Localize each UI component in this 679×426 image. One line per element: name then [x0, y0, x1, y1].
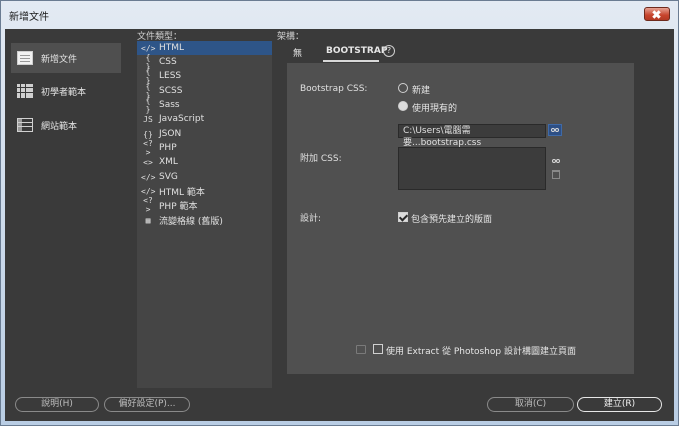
- radio-use-existing-label[interactable]: 使用現有的: [412, 101, 457, 114]
- radio-new-label[interactable]: 新建: [412, 83, 430, 96]
- code-icon: </>: [141, 186, 156, 196]
- file-type-javascript[interactable]: JS JavaScript: [137, 112, 272, 126]
- file-type-json[interactable]: {} JSON: [137, 127, 272, 141]
- extract-label[interactable]: 使用 Extract 從 Photoshop 設計構圖建立頁面: [386, 344, 576, 357]
- file-type-html-template[interactable]: </> HTML 範本: [137, 184, 272, 198]
- category-site-templates[interactable]: 網站範本: [11, 110, 121, 140]
- preferences-button[interactable]: 偏好設定(P)...: [104, 397, 190, 412]
- code-icon: </>: [141, 172, 156, 182]
- category-label: 網站範本: [41, 121, 78, 132]
- file-type-text: Sass: [159, 100, 180, 110]
- file-type-text: HTML: [159, 43, 185, 53]
- framework-label: 架構：: [277, 32, 305, 42]
- design-label: 設計:: [300, 214, 322, 224]
- file-type-scss[interactable]: { } SCSS: [137, 82, 272, 100]
- file-type-text: PHP: [159, 143, 177, 153]
- active-tab-indicator: [323, 60, 379, 62]
- extract-checkbox[interactable]: [373, 344, 383, 354]
- site-template-icon: [17, 118, 33, 132]
- dialog-body: 新增文件 初學者範本 網站範本 文件類型： </> HTML { } CSS {…: [5, 29, 674, 421]
- javascript-icon: JS: [143, 114, 153, 124]
- file-type-html[interactable]: </> HTML: [137, 41, 272, 55]
- radio-new[interactable]: [398, 83, 408, 93]
- attach-css-label: 附加 CSS:: [300, 154, 342, 164]
- layers-icon: [356, 345, 366, 354]
- file-type-php[interactable]: <?> PHP: [137, 139, 272, 157]
- file-type-text: SVG: [159, 172, 178, 182]
- xml-icon: <>: [143, 157, 153, 167]
- title-bar[interactable]: 新增文件: [1, 1, 678, 29]
- trash-icon[interactable]: [552, 170, 560, 179]
- fluid-grid-icon: ▦: [145, 215, 151, 225]
- file-type-xml[interactable]: <> XML: [137, 155, 272, 169]
- file-type-text: PHP 範本: [159, 201, 198, 212]
- file-type-less[interactable]: { } LESS: [137, 67, 272, 85]
- file-type-text: SCSS: [159, 86, 183, 96]
- json-icon: {}: [143, 129, 153, 139]
- file-type-text: JavaScript: [159, 114, 205, 124]
- window-title: 新增文件: [9, 12, 49, 23]
- tab-bootstrap[interactable]: BOOTSTRAP: [326, 46, 387, 56]
- file-type-fluid-grid[interactable]: ▦ 流變格線 (舊版): [137, 213, 272, 227]
- new-document-dialog: 新增文件 新增文件 初學者範本 網站範本 文件類型： </> HTML { } …: [0, 0, 679, 426]
- document-icon: [17, 51, 33, 65]
- include-prebuilt-checkbox[interactable]: [398, 212, 408, 222]
- file-type-text: 流變格線 (舊版): [159, 216, 223, 227]
- php-icon: <?>: [143, 196, 153, 214]
- file-type-sass[interactable]: { } Sass: [137, 96, 272, 114]
- bootstrap-css-path-field[interactable]: C:\Users\電腦需要...bootstrap.css: [398, 124, 546, 148]
- category-label: 新增文件: [41, 54, 78, 65]
- file-type-css[interactable]: { } CSS: [137, 53, 272, 71]
- attach-css-list[interactable]: [398, 147, 546, 190]
- help-button[interactable]: 說明(H): [15, 397, 99, 412]
- category-starter-templates[interactable]: 初學者範本: [11, 76, 121, 106]
- close-icon[interactable]: [644, 7, 670, 21]
- bootstrap-css-label: Bootstrap CSS:: [300, 84, 368, 94]
- file-type-text: JSON: [159, 129, 182, 139]
- grid-template-icon: [17, 84, 33, 98]
- code-icon: </>: [141, 43, 156, 53]
- file-type-text: HTML 範本: [159, 187, 205, 198]
- radio-use-existing[interactable]: [398, 101, 408, 111]
- file-type-php-template[interactable]: <?> PHP 範本: [137, 196, 272, 214]
- attach-link-icon[interactable]: [550, 156, 564, 168]
- file-type-text: LESS: [159, 71, 182, 81]
- create-button[interactable]: 建立(R): [577, 397, 662, 412]
- cancel-button[interactable]: 取消(C): [487, 397, 574, 412]
- file-type-text: XML: [159, 157, 178, 167]
- file-type-text: CSS: [159, 57, 177, 67]
- help-icon[interactable]: ?: [383, 45, 395, 57]
- include-prebuilt-label[interactable]: 包含預先建立的版面: [411, 212, 492, 225]
- link-icon[interactable]: [548, 124, 562, 136]
- category-new-document[interactable]: 新增文件: [11, 43, 121, 73]
- file-type-svg[interactable]: </> SVG: [137, 170, 272, 184]
- file-type-list[interactable]: </> HTML { } CSS { } LESS { } SCSS { } S…: [137, 41, 272, 388]
- category-label: 初學者範本: [41, 87, 87, 98]
- tab-none[interactable]: 無: [293, 46, 302, 59]
